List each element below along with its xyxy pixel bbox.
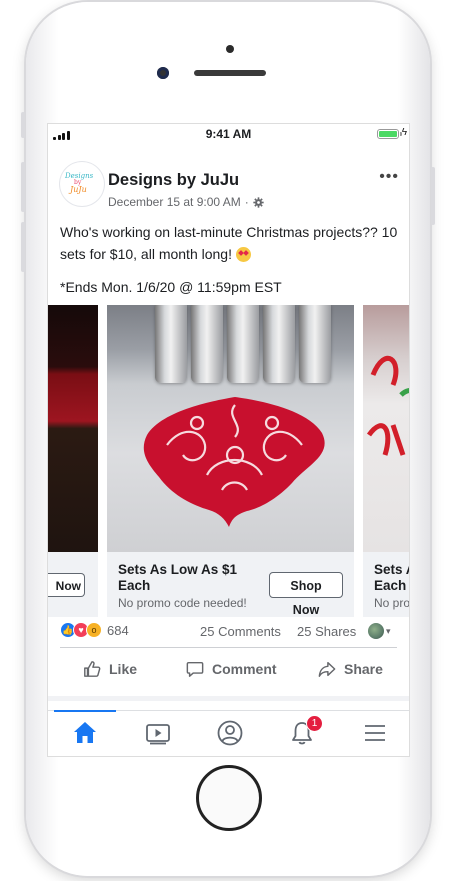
post-meta: December 15 at 9:00 AM · — [108, 195, 264, 209]
like-label: Like — [109, 661, 138, 677]
status-time: 9:41 AM — [205, 127, 252, 141]
carousel-footer-main: Sets As Low As $1 Each No promo code nee… — [107, 552, 354, 617]
tab-home[interactable] — [71, 719, 99, 747]
comment-button[interactable]: Comment — [186, 660, 277, 678]
tab-watch[interactable] — [144, 719, 172, 747]
divider — [60, 647, 397, 648]
carousel-image-next — [363, 305, 409, 552]
shop-now-button[interactable]: Shop Now — [269, 572, 343, 617]
embroidery-image — [107, 305, 354, 552]
carousel-card-main[interactable]: Sets As Low As $1 Each No promo code nee… — [107, 305, 354, 617]
ornament-embroidery-icon — [143, 397, 325, 527]
video-play-icon — [146, 724, 170, 745]
earpiece-speaker — [194, 70, 266, 76]
phone-screen: 9:41 AM ϟ Designs by JuJu Designs by JuJ… — [48, 124, 409, 756]
menu-icon — [365, 725, 385, 741]
notification-badge: 1 — [306, 715, 323, 732]
chevron-down-icon[interactable]: ▾ — [386, 626, 391, 637]
more-options-icon[interactable]: ••• — [379, 168, 399, 186]
charging-icon: ϟ — [401, 127, 407, 138]
carousel-footer-next: Sets As Each No pro — [363, 552, 409, 617]
battery-icon — [377, 129, 399, 139]
heart-eyes-emoji-icon — [235, 247, 251, 262]
share-label: Share — [344, 661, 383, 677]
post-date[interactable]: December 15 at 9:00 AM — [108, 195, 241, 209]
carousel-card-next[interactable]: Sets As Each No pro — [363, 305, 409, 617]
shares-count[interactable]: 25 Shares — [297, 624, 356, 639]
share-as-avatar[interactable] — [368, 623, 384, 639]
page-name[interactable]: Designs by JuJu — [108, 171, 239, 190]
reactions-summary[interactable]: 👍 ♥ o 684 — [60, 622, 129, 638]
page-avatar[interactable]: Designs by JuJu — [60, 162, 104, 206]
tab-menu[interactable] — [361, 719, 389, 747]
gear-icon — [253, 196, 264, 208]
bottom-tab-bar: 1 — [48, 710, 409, 756]
card-title: Sets As Low As $1 Each — [118, 562, 238, 593]
carousel-card-prev[interactable]: Now — [48, 305, 98, 617]
share-arrow-icon — [318, 661, 336, 677]
volume-down-button — [21, 222, 25, 272]
like-button[interactable]: Like — [83, 660, 137, 678]
shop-now-button-prev[interactable]: Now — [48, 573, 85, 597]
card-subtitle-next: No pro — [374, 596, 409, 610]
comment-bubble-icon — [186, 661, 204, 677]
volume-up-button — [21, 162, 25, 212]
meta-separator: · — [244, 195, 249, 209]
wow-reaction-icon: o — [86, 622, 102, 638]
home-icon — [74, 722, 96, 743]
carousel-image-prev — [48, 305, 98, 552]
power-button — [431, 167, 435, 225]
card-title-next: Sets As Each — [374, 562, 409, 593]
mute-switch — [21, 112, 25, 138]
front-camera — [157, 67, 169, 79]
profile-icon — [217, 720, 243, 746]
reaction-count: 684 — [107, 622, 129, 638]
proximity-sensor — [226, 45, 234, 53]
status-bar: 9:41 AM ϟ — [48, 124, 409, 144]
share-button[interactable]: Share — [318, 660, 383, 678]
post-actions: Like Comment Share — [48, 652, 409, 688]
post-text: Who's working on last-minute Christmas p… — [60, 221, 400, 265]
home-button[interactable] — [196, 765, 262, 831]
tab-profile[interactable] — [216, 719, 244, 747]
ad-carousel[interactable]: Now Sets As Low As $1 Each No promo code… — [48, 305, 409, 617]
comments-count[interactable]: 25 Comments — [200, 624, 281, 639]
post-end-note: *Ends Mon. 1/6/20 @ 11:59pm EST — [60, 279, 282, 295]
active-tab-indicator — [54, 710, 116, 712]
thumbs-up-icon — [84, 661, 101, 677]
logo-text-3: JuJu — [70, 185, 87, 194]
section-divider — [48, 696, 409, 701]
card-subtitle: No promo code needed! — [118, 596, 247, 610]
post-body: Who's working on last-minute Christmas p… — [60, 224, 398, 262]
comment-label: Comment — [212, 661, 277, 677]
